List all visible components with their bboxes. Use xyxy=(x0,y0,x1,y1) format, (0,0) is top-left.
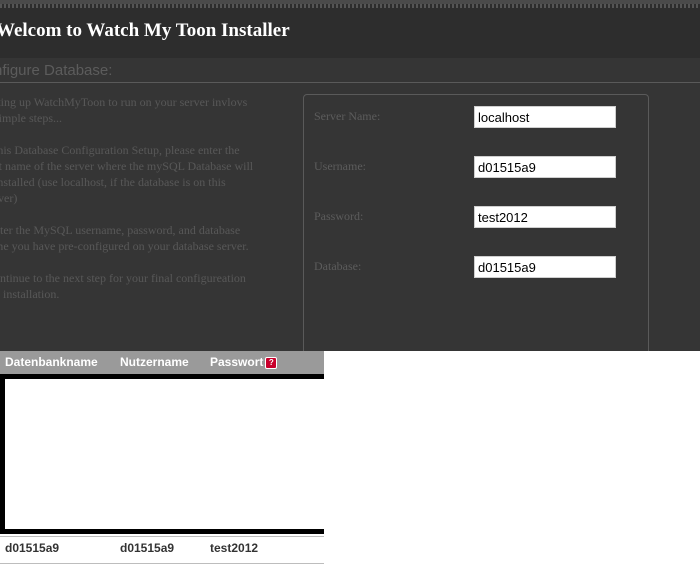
header-username: Nutzername xyxy=(120,355,189,369)
section-title: nfigure Database: xyxy=(0,62,113,79)
database-label: Database: xyxy=(314,259,362,273)
intro-text: tting up WatchMyToon to run on your serv… xyxy=(0,94,284,318)
username-row: Username: xyxy=(314,156,644,180)
intro-paragraph: ontinue to the next step for your final … xyxy=(0,271,246,301)
help-icon[interactable]: ? xyxy=(265,356,278,369)
intro-paragraph: nter the MySQL username, password, and d… xyxy=(0,223,249,253)
header-password: Passwort? xyxy=(210,355,278,369)
server-name-row: Server Name: xyxy=(314,106,644,130)
credentials-table: Datenbankname Nutzername Passwort? d0151… xyxy=(0,351,324,566)
section-divider xyxy=(0,82,700,83)
intro-paragraph: tting up WatchMyToon to run on your serv… xyxy=(0,95,248,125)
server-name-input[interactable] xyxy=(474,106,616,128)
server-name-label: Server Name: xyxy=(314,109,381,123)
password-row: Password: xyxy=(314,206,644,230)
row-divider xyxy=(0,536,324,537)
header-password-label: Passwort xyxy=(210,355,264,369)
database-row: Database: xyxy=(314,256,644,280)
cell-password: test2012 xyxy=(210,541,259,555)
username-input[interactable] xyxy=(474,156,616,178)
database-input[interactable] xyxy=(474,256,616,278)
cell-database-name: d01515a9 xyxy=(5,541,60,555)
database-form: Server Name: Username: Password: Databas… xyxy=(303,94,649,351)
installer-panel: Welcom to Watch My Toon Installer nfigur… xyxy=(0,0,700,351)
header-dotted-border xyxy=(0,4,700,8)
row-divider xyxy=(0,563,324,564)
credentials-header-row: Datenbankname Nutzername Passwort? xyxy=(0,351,324,374)
installer-title: Welcom to Watch My Toon Installer xyxy=(0,20,290,41)
intro-paragraph: this Database Configuration Setup, pleas… xyxy=(0,143,254,205)
password-input[interactable] xyxy=(474,206,616,228)
installer-header: Welcom to Watch My Toon Installer xyxy=(0,0,700,58)
embedded-frame xyxy=(0,374,324,534)
cell-username: d01515a9 xyxy=(120,541,175,555)
username-label: Username: xyxy=(314,159,366,173)
header-database-name: Datenbankname xyxy=(5,355,98,369)
password-label: Password: xyxy=(314,209,364,223)
